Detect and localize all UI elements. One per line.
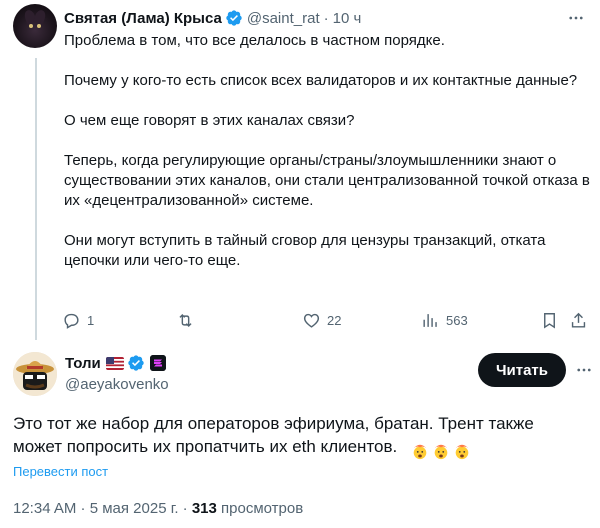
like-count: 22 (327, 313, 342, 328)
emoji-group (411, 438, 474, 461)
timestamp[interactable]: 10 ч (333, 10, 362, 27)
views-button[interactable]: 563 (421, 311, 468, 330)
thread-connector (35, 58, 37, 340)
handle[interactable]: @saint_rat (247, 10, 320, 27)
display-name[interactable]: Святая (Лама) Крыса (64, 10, 222, 27)
reply-count: 1 (87, 313, 95, 328)
like-icon (303, 313, 320, 328)
avatar[interactable] (13, 352, 57, 396)
paragraph: Проблема в том, что все делалось в частн… (64, 32, 445, 49)
affiliate-badge-icon[interactable] (149, 355, 166, 371)
views-icon (423, 314, 437, 327)
exploding-head-emoji (413, 444, 427, 459)
view-count: 563 (446, 313, 468, 328)
exploding-head-emoji (455, 444, 469, 459)
timestamp[interactable]: 12:34 AM · 5 мая 2025 г. · (13, 500, 192, 517)
exploding-head-emoji (434, 444, 448, 459)
follow-button[interactable]: Читать (478, 353, 566, 387)
more-icon[interactable] (566, 8, 586, 28)
view-count: 313 (191, 500, 217, 517)
views-label: просмотров (216, 500, 304, 517)
paragraph: О чем еще говорят в этих каналах связи? (64, 112, 355, 129)
sombrero-avatar-icon (13, 352, 57, 396)
paragraph: Почему у кого-то есть список всех валида… (64, 72, 578, 89)
share-icon (571, 312, 586, 328)
paragraph: Они могут вступить в тайный сговор для ц… (64, 232, 546, 269)
bookmark-button[interactable] (540, 311, 559, 330)
display-name[interactable]: Толи (65, 355, 101, 372)
verified-badge-icon (226, 10, 242, 26)
tweet-text: Это тот же набор для операторов эфириума… (13, 412, 573, 461)
retweet-button[interactable] (176, 311, 201, 330)
reply-text: Проблема в том, что все делалось в частн… (64, 31, 592, 271)
handle[interactable]: @aeyakovenko (65, 376, 169, 393)
share-button[interactable] (569, 311, 588, 330)
reply-icon (64, 313, 79, 329)
avatar[interactable] (13, 4, 57, 48)
retweet-icon (179, 313, 192, 328)
author-row: Толи (65, 354, 166, 372)
us-flag-icon (105, 356, 124, 370)
more-icon[interactable] (574, 360, 594, 380)
action-bar: 1 22 563 (58, 307, 594, 337)
reply-button[interactable]: 1 (62, 311, 94, 330)
translate-link[interactable]: Перевести пост (13, 464, 108, 479)
bookmark-icon (544, 313, 555, 329)
separator: · (323, 9, 329, 27)
reply-header: Святая (Лама) Крыса @saint_rat · 10 ч (64, 8, 361, 28)
paragraph: Теперь, когда регулирующие органы/страны… (64, 152, 590, 209)
verified-badge-icon (128, 355, 144, 371)
like-button[interactable]: 22 (302, 311, 341, 330)
reply-tweet[interactable]: Святая (Лама) Крыса @saint_rat · 10 ч Пр… (0, 0, 600, 340)
tweet-meta: 12:34 AM · 5 мая 2025 г. · 313 просмотро… (13, 500, 303, 517)
